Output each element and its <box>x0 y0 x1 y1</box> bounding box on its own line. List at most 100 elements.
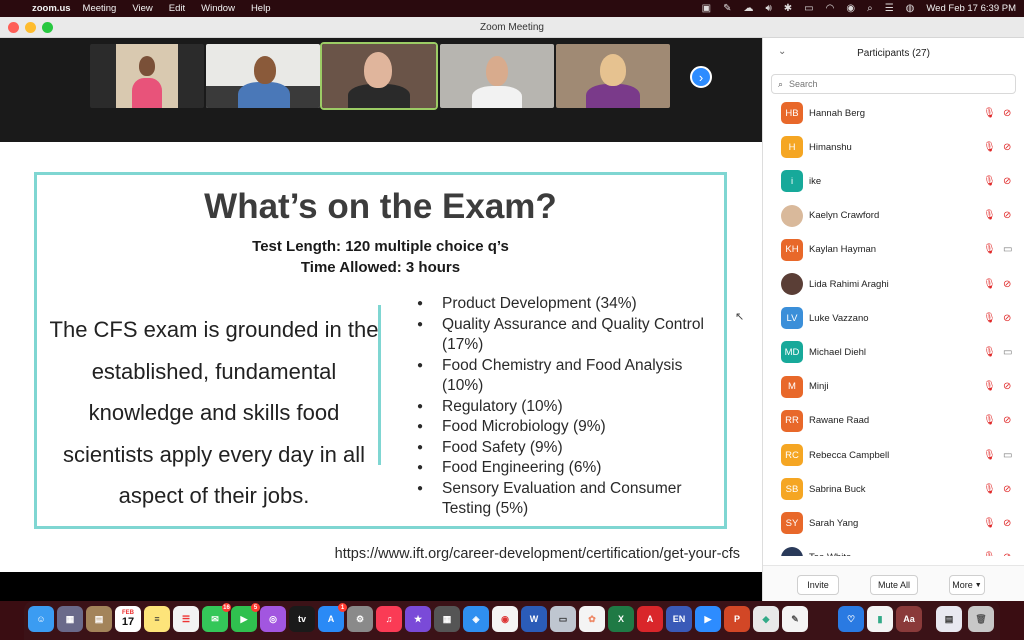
maximize-window-button[interactable] <box>42 22 53 33</box>
participant-row[interactable]: SY Sarah Yang 🎙︎ ⊘ <box>763 506 1024 540</box>
preview-icon[interactable]: ▭ <box>550 606 576 632</box>
chrome-icon[interactable]: ◉ <box>492 606 518 632</box>
participant-row[interactable]: MD Michael Diehl 🎙︎ ▭ <box>763 335 1024 369</box>
video-tile-5[interactable] <box>556 44 670 108</box>
menu-window[interactable]: Window <box>201 3 235 14</box>
downloads-folder-icon[interactable]: ▤ <box>936 606 962 632</box>
participant-row[interactable]: KH Kaylan Hayman 🎙︎ ▭ <box>763 233 1024 267</box>
numbers-icon[interactable]: ▮ <box>867 606 893 632</box>
excel-icon[interactable]: X <box>608 606 634 632</box>
mic-muted-icon[interactable]: 🎙︎ <box>983 210 996 221</box>
textedit-icon[interactable]: ✎ <box>782 606 808 632</box>
participant-row[interactable]: Lida Rahimi Araghi 🎙︎ ⊘ <box>763 267 1024 301</box>
mic-muted-icon[interactable]: 🎙︎ <box>983 244 996 255</box>
video-off-icon[interactable]: ⊘ <box>1003 108 1011 119</box>
video-tile-2[interactable] <box>206 44 320 108</box>
music-icon[interactable]: ♫ <box>376 606 402 632</box>
invite-button[interactable]: Invite <box>797 575 839 595</box>
dictionary-icon[interactable]: Aa <box>896 606 922 632</box>
mic-muted-icon[interactable]: 🎙︎ <box>983 347 996 358</box>
more-button[interactable]: More ▼ <box>949 575 985 595</box>
video-off-icon[interactable]: ⊘ <box>1003 552 1011 556</box>
participant-row[interactable]: SB Sabrina Buck 🎙︎ ⊘ <box>763 472 1024 506</box>
mic-muted-icon[interactable]: 🎙︎ <box>983 176 996 187</box>
mic-muted-icon[interactable]: 🎙︎ <box>983 108 996 119</box>
star-app-icon[interactable]: ★ <box>405 606 431 632</box>
teams-icon[interactable]: ◆ <box>753 606 779 632</box>
participant-search[interactable]: ⌕ <box>771 74 1016 94</box>
participant-row[interactable]: LV Luke Vazzano 🎙︎ ⊘ <box>763 301 1024 335</box>
facetime-icon[interactable]: ▶ 5 <box>231 603 260 632</box>
video-on-icon[interactable]: ▭ <box>1003 347 1012 358</box>
menu-clock[interactable]: Wed Feb 17 6:39 PM <box>926 3 1016 14</box>
wifi-icon[interactable]: ◠ <box>826 3 835 14</box>
video-off-icon[interactable]: ⊘ <box>1003 381 1011 392</box>
search-icon[interactable]: ⌕ <box>867 3 873 14</box>
menu-view[interactable]: View <box>132 3 152 14</box>
video-on-icon[interactable]: ▭ <box>1003 450 1012 461</box>
acrobat-icon[interactable]: A <box>637 606 663 632</box>
mic-muted-icon[interactable]: 🎙︎ <box>983 518 996 529</box>
participant-row[interactable]: HB Hannah Berg 🎙︎ ⊘ <box>763 96 1024 130</box>
feather-icon[interactable]: ✎ <box>723 3 731 14</box>
notes-icon[interactable]: ≡ <box>144 606 170 632</box>
notes-folder-icon[interactable]: ▤ <box>86 606 112 632</box>
video-on-icon[interactable]: ▭ <box>1003 244 1012 255</box>
participant-row[interactable]: Tea White 🎙︎ ⊘ <box>763 541 1024 556</box>
video-off-icon[interactable]: ⊘ <box>1003 313 1011 324</box>
video-tile-1[interactable] <box>90 44 204 108</box>
menu-help[interactable]: Help <box>251 3 271 14</box>
participant-row[interactable]: M Minji 🎙︎ ⊘ <box>763 370 1024 404</box>
video-off-icon[interactable]: ⊘ <box>1003 176 1011 187</box>
menu-meeting[interactable]: Meeting <box>83 3 117 14</box>
launchpad-icon[interactable]: ▦ <box>57 606 83 632</box>
trash-icon[interactable]: 🗑︎ <box>968 606 994 632</box>
control-center-icon[interactable]: ☰ <box>885 3 894 14</box>
messages-icon[interactable]: ✉ 16 <box>202 603 231 632</box>
user-icon[interactable]: ◉ <box>846 3 855 14</box>
mic-muted-icon[interactable]: 🎙︎ <box>983 484 996 495</box>
mic-muted-icon[interactable]: 🎙︎ <box>983 142 996 153</box>
safari-icon[interactable]: ◈ <box>463 606 489 632</box>
volume-icon[interactable]: 🔊︎ <box>765 3 771 14</box>
video-tile-active-speaker[interactable] <box>320 42 438 110</box>
video-tile-4[interactable] <box>440 44 554 108</box>
menu-edit[interactable]: Edit <box>169 3 185 14</box>
participant-row[interactable]: i ike 🎙︎ ⊘ <box>763 164 1024 198</box>
calculator-icon[interactable]: ▦ <box>434 606 460 632</box>
cloud-icon[interactable]: ☁ <box>743 3 753 14</box>
video-off-icon[interactable]: ⊘ <box>1003 210 1011 221</box>
siri-icon[interactable]: ◍ <box>906 3 915 14</box>
mic-muted-icon[interactable]: 🎙︎ <box>983 552 996 556</box>
app-store-icon[interactable]: A1 <box>318 603 347 632</box>
video-off-icon[interactable]: ⊘ <box>1003 518 1011 529</box>
battery-icon[interactable]: ▭ <box>804 3 813 14</box>
close-window-button[interactable] <box>8 22 19 33</box>
podcasts-icon[interactable]: ◎ <box>260 606 286 632</box>
health-icon[interactable]: ♡ <box>838 606 864 632</box>
chevron-down-icon[interactable]: ⌄ <box>778 46 786 57</box>
reminders-icon[interactable]: ☰ <box>173 606 199 632</box>
video-off-icon[interactable]: ⊘ <box>1003 484 1011 495</box>
word-icon[interactable]: W <box>521 606 547 632</box>
mic-muted-icon[interactable]: 🎙︎ <box>983 450 996 461</box>
participant-row[interactable]: Kaelyn Crawford 🎙︎ ⊘ <box>763 199 1024 233</box>
participant-row[interactable]: H Himanshu 🎙︎ ⊘ <box>763 130 1024 164</box>
mic-muted-icon[interactable]: 🎙︎ <box>983 381 996 392</box>
menu-app-name[interactable]: zoom.us <box>32 3 71 14</box>
video-off-icon[interactable]: ⊘ <box>1003 415 1011 426</box>
calendar-icon[interactable]: FEB 17 <box>115 606 141 632</box>
minimize-window-button[interactable] <box>25 22 36 33</box>
participant-row[interactable]: RC Rebecca Campbell 🎙︎ ▭ <box>763 438 1024 472</box>
zoom-status-icon[interactable]: ▣ <box>702 3 711 14</box>
mic-muted-icon[interactable]: 🎙︎ <box>983 279 996 290</box>
mute-all-button[interactable]: Mute All <box>870 575 918 595</box>
gallery-next-button[interactable]: › <box>690 66 712 88</box>
mic-muted-icon[interactable]: 🎙︎ <box>983 415 996 426</box>
finder-icon[interactable]: ☺ <box>28 606 54 632</box>
powerpoint-icon[interactable]: P <box>724 606 750 632</box>
zoom-icon[interactable]: ▶ <box>695 606 721 632</box>
bluetooth-icon[interactable]: ✱ <box>784 3 792 14</box>
system-preferences-icon[interactable]: ⚙ <box>347 606 373 632</box>
dictionary-en-icon[interactable]: EN <box>666 606 692 632</box>
